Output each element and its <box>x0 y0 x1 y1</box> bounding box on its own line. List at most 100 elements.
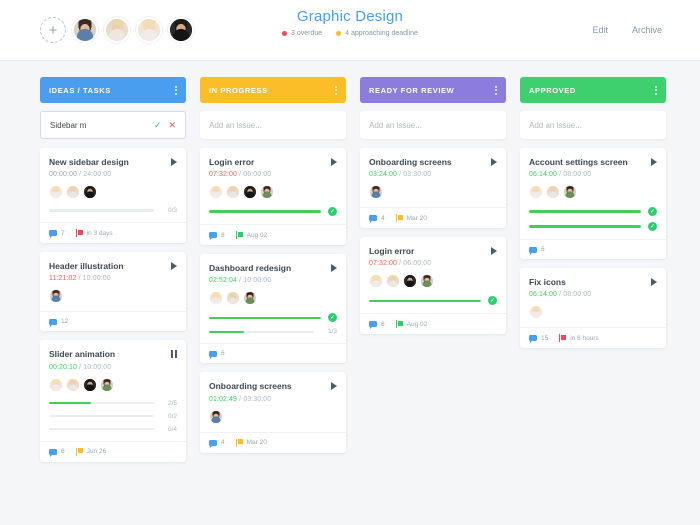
comment-count[interactable]: 4 <box>209 439 225 448</box>
comment-count[interactable]: 4 <box>369 215 385 224</box>
play-icon[interactable] <box>491 158 497 166</box>
assignee-avatar <box>66 377 80 392</box>
flag-cloth <box>397 214 403 220</box>
elapsed-time: 03:24:00 <box>369 171 398 179</box>
column-menu-icon[interactable] <box>495 85 497 95</box>
progress-track <box>209 316 321 320</box>
card-title: Login error <box>369 246 415 257</box>
card-assignees <box>369 274 497 289</box>
assignee-avatar <box>66 185 80 200</box>
flag-cloth <box>397 320 403 326</box>
avatar-face <box>67 186 79 199</box>
play-icon[interactable] <box>331 264 337 273</box>
task-card[interactable]: Fix icons 06:14:00 / 08:00:00 15 in 8 hours <box>520 268 666 349</box>
edit-button[interactable]: Edit <box>592 25 608 35</box>
task-card[interactable]: Login error 07:32:00 / 06:00:00 ✓ 8 Aug 02 <box>360 237 506 335</box>
task-card[interactable]: Account settings screen 06:14:00 / 08:00:… <box>520 148 666 260</box>
column-menu-icon[interactable] <box>175 85 177 95</box>
play-icon[interactable] <box>651 158 657 166</box>
column-header-ready-for-review: READY FOR REVIEW <box>360 77 506 103</box>
card-footer: 8 Aug 02 <box>200 224 346 245</box>
archive-button[interactable]: Archive <box>632 25 662 35</box>
assignee-avatar <box>209 409 223 424</box>
comment-count[interactable]: 7 <box>49 230 65 239</box>
elapsed-time: 07:32:00 <box>369 260 398 268</box>
member-avatar-4 <box>168 17 194 43</box>
check-icon[interactable]: ✓ <box>154 120 162 130</box>
card-body: Dashboard redesign 02:52:04 / 10:00:00 ✓ 1/… <box>200 254 346 343</box>
due-date[interactable]: in 8 hours <box>559 334 599 343</box>
total-time: / 03:30:00 <box>237 395 272 403</box>
add-issue-row-in-progress[interactable] <box>200 111 346 139</box>
status-badge-approaching: 4 approaching deadline <box>336 30 418 37</box>
due-date[interactable]: Mar 20 <box>395 214 427 223</box>
comment-count[interactable]: 6 <box>209 350 225 359</box>
comment-count[interactable]: 8 <box>209 232 225 241</box>
pause-icon[interactable] <box>171 350 177 359</box>
card-assignees <box>529 305 657 320</box>
play-icon[interactable] <box>651 278 657 287</box>
column-menu-icon[interactable] <box>335 85 337 95</box>
card-title: Fix icons <box>529 277 566 288</box>
comment-icon <box>49 448 57 457</box>
task-card[interactable]: Header illustration 11:21:02 / 10:00:00 12 <box>40 252 186 332</box>
add-member-button[interactable]: + <box>40 17 66 43</box>
play-icon[interactable] <box>331 158 337 166</box>
due-date[interactable]: in 3 days <box>75 229 113 238</box>
comment-icon <box>529 335 537 344</box>
column-menu-icon[interactable] <box>655 85 657 95</box>
column-title: APPROVED <box>529 85 576 95</box>
task-card[interactable]: Onboarding screens 03:24:00 / 03:30:00 4 Ma… <box>360 148 506 229</box>
comment-count[interactable]: 8 <box>369 321 385 330</box>
due-date-label: in 8 hours <box>570 334 599 342</box>
play-icon[interactable] <box>171 262 177 271</box>
flag-cloth <box>561 334 567 340</box>
card-header: Slider animation <box>49 349 177 359</box>
task-card[interactable]: Onboarding screens 01:02:49 / 03:30:00 4 Ma… <box>200 372 346 453</box>
task-card[interactable]: Login error 07:32:00 / 06:00:00 ✓ 8 Aug 02 <box>200 148 346 246</box>
task-card[interactable]: Dashboard redesign 02:52:04 / 10:00:00 ✓ 1/… <box>200 254 346 364</box>
add-issue-input-in-progress[interactable] <box>209 120 337 130</box>
play-icon[interactable] <box>491 247 497 256</box>
comment-count[interactable]: 12 <box>49 318 68 327</box>
due-date[interactable]: Jun 26 <box>75 447 106 456</box>
add-issue-row-ready-for-review[interactable] <box>360 111 506 139</box>
add-issue-row-ideas-tasks[interactable]: ✓✕ <box>40 111 186 139</box>
close-icon[interactable]: ✕ <box>168 120 176 130</box>
avatar-face <box>530 306 542 319</box>
card-header: Login error <box>369 246 497 256</box>
avatar-face <box>370 186 382 199</box>
due-date[interactable]: Aug 02 <box>235 231 267 240</box>
total-time: / 03:30:00 <box>397 171 432 179</box>
task-card[interactable]: New sidebar design 00:00:00 / 24:00:00 0/3… <box>40 148 186 244</box>
avatar-face <box>101 378 113 391</box>
card-title: Dashboard redesign <box>209 263 292 274</box>
assignee-avatar <box>386 274 400 289</box>
comment-count-label: 6 <box>221 350 225 358</box>
card-body: Login error 07:32:00 / 06:00:00 ✓ <box>200 148 346 224</box>
due-date[interactable]: Aug 02 <box>395 320 427 329</box>
add-issue-row-approved[interactable] <box>520 111 666 139</box>
elapsed-time: 11:21:02 <box>49 275 77 283</box>
column-title: READY FOR REVIEW <box>369 85 455 95</box>
comment-icon <box>529 246 537 255</box>
due-date[interactable]: Mar 20 <box>235 438 267 447</box>
due-date-label: Mar 20 <box>406 214 427 222</box>
comment-count[interactable]: 15 <box>529 335 548 344</box>
progress-track <box>49 209 154 212</box>
card-progress-list: ✓ ✓ <box>529 207 657 232</box>
play-icon[interactable] <box>171 158 177 166</box>
progress-label: 1/3 <box>327 328 337 336</box>
card-body: Slider animation 00:20:10 / 10:00:00 2/5 0/… <box>40 340 186 440</box>
task-card[interactable]: Slider animation 00:20:10 / 10:00:00 2/5 0/… <box>40 340 186 462</box>
comment-count[interactable]: 6 <box>529 246 545 255</box>
avatar-face <box>67 378 79 391</box>
add-issue-input-approved[interactable] <box>529 120 657 130</box>
add-issue-input-ideas-tasks[interactable] <box>50 120 148 130</box>
board-columns: IDEAS / TASKS✓✕New sidebar design00:00:0… <box>0 61 700 471</box>
card-body: Onboarding screens 01:02:49 / 03:30:00 <box>200 372 346 431</box>
avatar-face <box>210 186 222 199</box>
comment-count[interactable]: 6 <box>49 448 65 457</box>
play-icon[interactable] <box>331 382 337 391</box>
add-issue-input-ready-for-review[interactable] <box>369 120 497 130</box>
